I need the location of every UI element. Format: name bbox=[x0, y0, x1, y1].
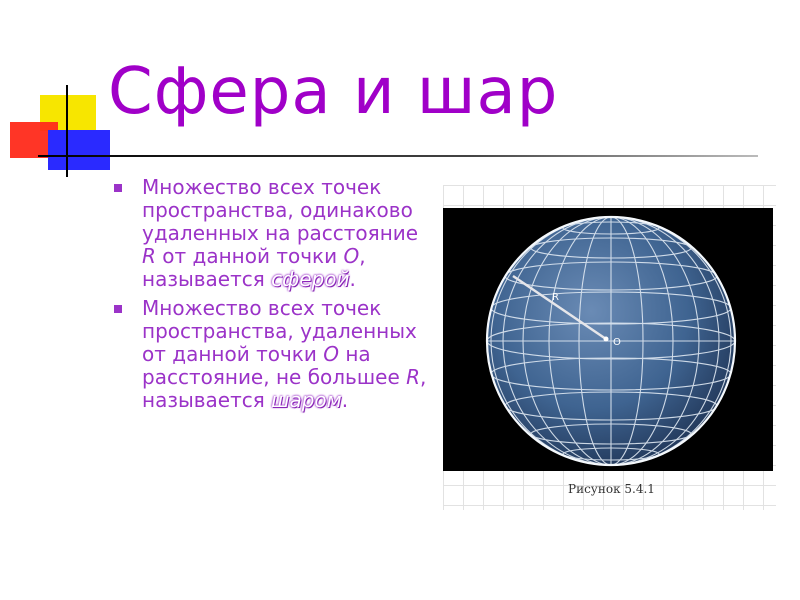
variable-o: O bbox=[323, 342, 339, 366]
variable-r: R bbox=[406, 365, 421, 389]
decor-blue-square bbox=[48, 130, 110, 170]
bullet-square-icon bbox=[114, 184, 122, 192]
variable-r: R bbox=[142, 244, 156, 268]
definition-list: Множество всех точек пространства, одина… bbox=[112, 176, 432, 418]
decor-vertical-line bbox=[66, 85, 68, 177]
bullet-square-icon bbox=[114, 305, 122, 313]
figure-caption: Рисунок 5.4.1 bbox=[568, 482, 655, 496]
slide-title: Сфера и шар bbox=[108, 55, 559, 129]
sphere-wireframe-icon: R O bbox=[485, 215, 737, 467]
center-point bbox=[603, 336, 609, 342]
sphere-figure: R O bbox=[443, 208, 773, 471]
radius-label: R bbox=[552, 292, 559, 303]
term-ball: шаром bbox=[271, 388, 342, 412]
title-underline bbox=[38, 155, 758, 157]
definition-sphere: Множество всех точек пространства, одина… bbox=[112, 176, 432, 291]
variable-o: O bbox=[343, 244, 360, 268]
term-sphere: сферой bbox=[271, 267, 350, 291]
center-label: O bbox=[613, 337, 621, 348]
definition-ball: Множество всех точек пространства, удале… bbox=[112, 297, 432, 412]
